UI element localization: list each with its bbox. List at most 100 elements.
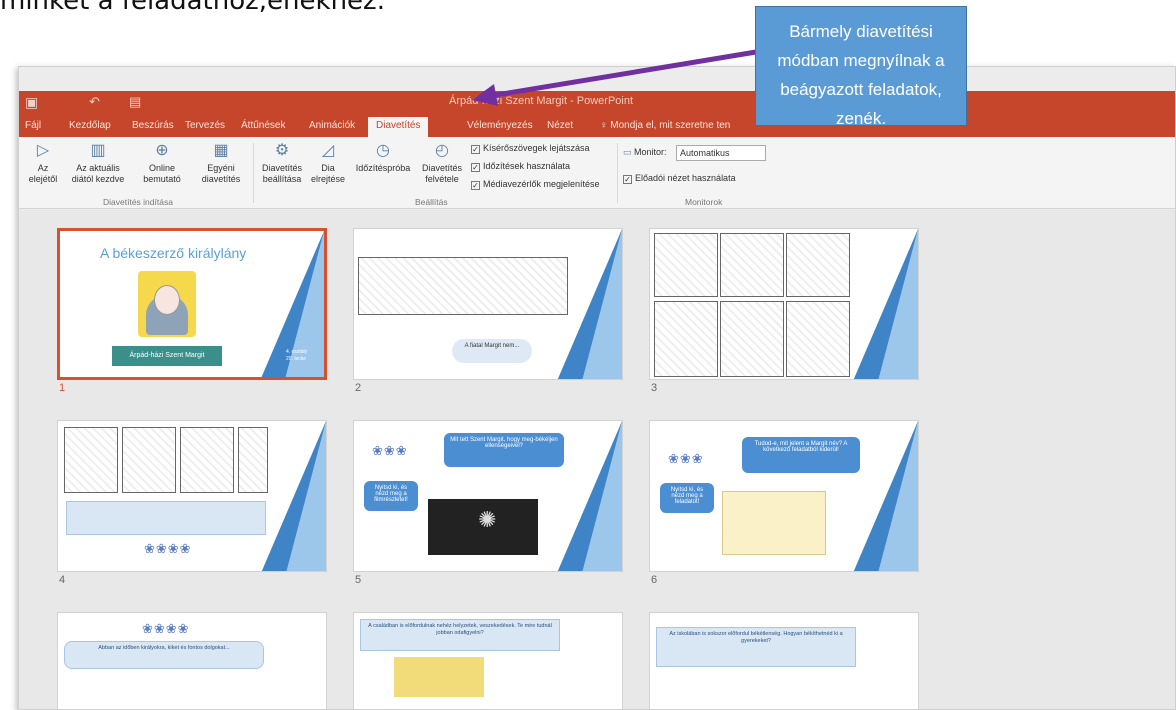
thought-bubble: A fiatal Margit nem... [452,339,532,363]
speech-bubble: Tudod-e, mit jelent a Margit név? A köve… [742,437,860,473]
comic-panel [122,427,176,493]
face-shape [154,285,180,315]
slide-number: 2 [355,382,362,394]
tell-me-label: Mondja el, mit szeretne ten [610,120,731,131]
from-current-button[interactable]: ▥ Az aktuális diától kezdve [67,141,129,185]
tab-insert[interactable]: Beszúrás [132,120,174,131]
slide-image [394,657,484,697]
slide-thumbnail[interactable]: ❀❀❀❀ Abban az időben királyokra, kiket é… [57,612,327,709]
slide-decor [582,229,622,379]
comic-panel [786,301,850,377]
comic-panel [64,427,118,493]
play-from-current-icon: ▥ [90,142,106,159]
save-icon[interactable]: ▣ [25,94,38,111]
speech-bubble: Mit tett Szent Margit, hogy meg-békéljen… [444,433,564,467]
from-beginning-button[interactable]: ▷ Az elejétől [23,141,63,185]
undo-icon[interactable]: ↶ [89,94,100,110]
comic-panel [654,233,718,297]
record-icon: ◴ [435,142,449,159]
group-separator [253,143,254,203]
ribbon: ▷ Az elejétől ▥ Az aktuális diától kezdv… [19,137,1175,209]
tab-animations[interactable]: Animációk [309,120,355,131]
group-setup-label: Beállítás [415,197,448,207]
comic-panel [358,257,568,315]
text-box: Az iskolában is sokszor előfordul békétl… [656,627,856,667]
custom-show-button[interactable]: ▦ Egyéni diavetítés [193,141,249,185]
slide-thumbnail[interactable]: Az iskolában is sokszor előfordul békétl… [649,612,919,709]
presenter-view-label: Előadói nézet használata [635,173,736,183]
media-controls-label: Médiavezérlők megjelenítése [483,179,600,189]
slide-thumbnail[interactable] [649,228,919,380]
slide-number: 6 [651,574,658,586]
comic-panel [180,427,234,493]
hide-slide-button[interactable]: ◿ Dia elrejtése [309,141,347,185]
flower-decoration: ❀❀❀❀ [144,541,192,556]
custom-show-icon: ▦ [213,142,229,159]
slide-thumbnail[interactable]: A családban is előfordulnak nehéz helyze… [353,612,623,709]
slide-subtitle-box: Árpád-házi Szent Margit [112,346,222,366]
slide-thumbnail[interactable]: ❀❀❀ Mit tett Szent Margit, hogy meg-béké… [353,420,623,572]
monitor-label: Monitor: [634,147,667,157]
caption-text: minket a feladathoz,énekhez. [0,0,385,16]
group-start-label: Diavetítés indítása [103,197,173,207]
monitor-icon: ▭ [623,147,635,157]
setup-show-button[interactable]: ⚙ Diavetítés beállítása [257,141,307,185]
ribbon-tabs: Fájl Kezdőlap Beszúrás Tervezés Áttűnése… [19,117,1175,137]
tab-file[interactable]: Fájl [25,120,41,131]
tab-review[interactable]: Véleményezés [467,120,533,131]
slide-sorter-pane: A békeszerző királylány Árpád-házi Szent… [19,210,1175,709]
tab-home[interactable]: Kezdőlap [69,120,111,131]
play-from-start-icon: ▷ [36,142,50,159]
pointer-arrow [472,49,757,106]
slide-thumbnail[interactable]: A fiatal Margit nem... [353,228,623,380]
narration-checkbox[interactable]: ✓ Kísérőszövegek lejátszása [471,143,590,154]
checkbox-check-icon: ✓ [623,175,632,184]
narration-label: Kísérőszövegek lejátszása [483,143,590,153]
tab-transitions[interactable]: Áttűnések [241,120,285,131]
quiz-app-thumbnail[interactable] [722,491,826,555]
tell-me-box[interactable]: ♀ Mondja el, mit szeretne ten [600,120,730,131]
tab-design[interactable]: Tervezés [185,120,225,131]
hide-slide-label: Dia elrejtése [310,163,346,184]
timings-checkbox[interactable]: ✓ Időzítések használata [471,161,570,172]
globe-icon: ⊕ [155,142,169,159]
group-monitors-label: Monitorok [685,197,723,207]
text-box [66,501,266,535]
slide-thumbnail[interactable]: ❀❀❀❀ [57,420,327,572]
from-current-label: Az aktuális diától kezdve [71,163,125,184]
flower-decoration: ❀❀❀❀ [142,621,190,636]
timings-label: Időzítések használata [483,161,571,171]
start-show-icon[interactable]: ▤ [129,94,141,110]
record-show-label: Diavetítés felvétele [421,163,463,184]
from-beginning-label: Az elejétől [28,163,58,184]
saint-illustration [138,271,196,337]
monitor-label-row: ▭ Monitor: [623,147,667,158]
text-box: A családban is előfordulnak nehéz helyze… [360,619,560,651]
flower-image-icon: ✺ [478,507,497,532]
stopwatch-icon: ◷ [376,142,390,159]
online-present-button[interactable]: ⊕ Online bemutató [133,141,191,185]
slide-title: A békeszerző királylány [100,245,247,261]
speech-bubble: Nyitsd ki, és nézd meg a feladatot! [660,483,714,513]
comic-panel [238,427,268,493]
slide-thumbnail[interactable]: ❀❀❀ Tudod-e, mit jelent a Margit név? A … [649,420,919,572]
slide-decor [878,421,918,571]
video-thumbnail[interactable]: ✺ [428,499,538,555]
record-show-button[interactable]: ◴ Diavetítés felvétele [417,141,467,185]
flower-decoration: ❀❀❀ [372,443,408,458]
tab-view[interactable]: Nézet [547,120,573,131]
custom-show-label: Egyéni diavetítés [201,163,241,184]
presenter-view-checkbox[interactable]: ✓ Előadói nézet használata [623,173,736,184]
callout-box: Bármely diavetítési módban megnyílnak a … [755,6,967,128]
comic-panel [786,233,850,297]
rehearse-timings-button[interactable]: ◷ Időzítéspróba [351,141,415,174]
checkbox-check-icon: ✓ [471,145,480,154]
slide-decor [582,421,622,571]
tab-slideshow[interactable]: Diavetítés [368,117,429,137]
text-box: Abban az időben királyokra, kiket és fon… [64,641,264,669]
online-present-label: Online bemutató [143,163,181,184]
slide-number: 5 [355,574,362,586]
media-controls-checkbox[interactable]: ✓ Médiavezérlők megjelenítése [471,179,600,190]
monitor-select[interactable]: Automatikus [676,145,766,161]
slide-thumbnail[interactable]: A békeszerző királylány Árpád-házi Szent… [57,228,327,380]
